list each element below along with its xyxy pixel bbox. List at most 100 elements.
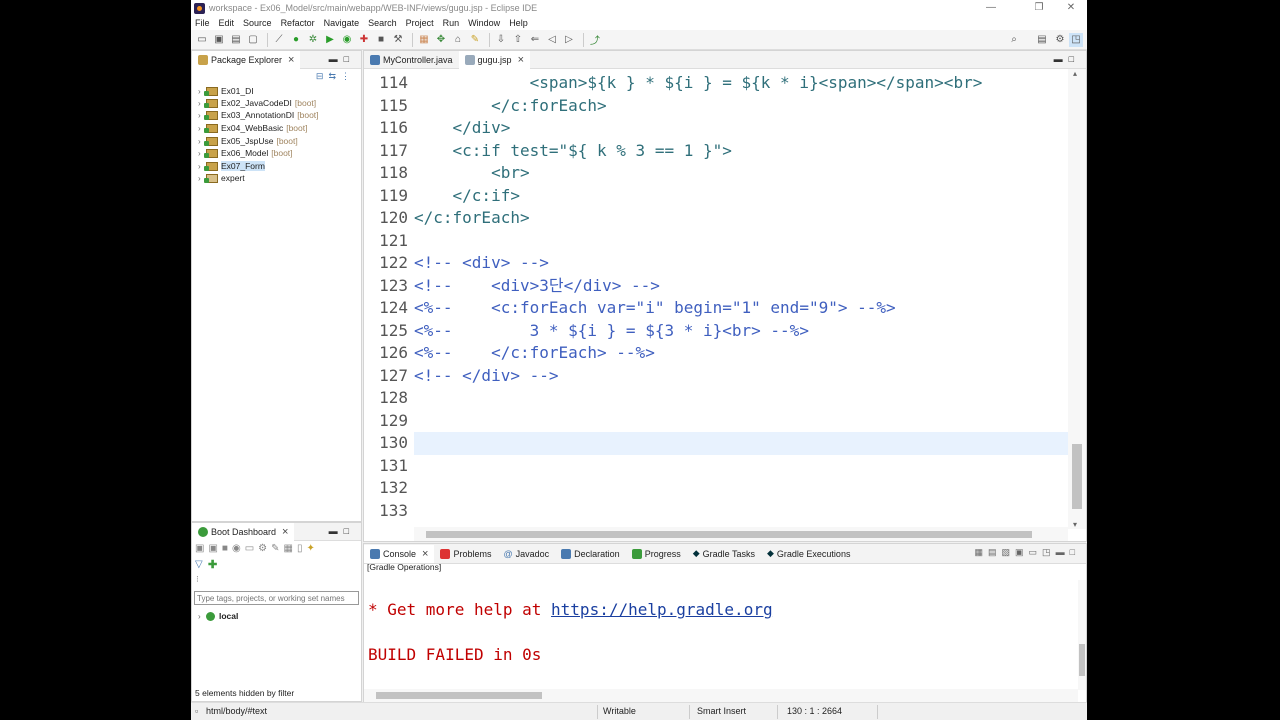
code-line[interactable]: </c:forEach> bbox=[414, 207, 1068, 230]
back-icon[interactable]: ◁ bbox=[545, 33, 559, 47]
vertical-scroll-thumb[interactable] bbox=[1072, 444, 1082, 509]
coverage-icon[interactable]: ◉ bbox=[340, 33, 354, 47]
annotation-icon[interactable]: ⇩ bbox=[494, 33, 508, 47]
tab-boot-dashboard[interactable]: Boot Dashboard × bbox=[192, 522, 295, 541]
code-line[interactable]: <%-- 3 * ${i } = ${3 * i}<br> --%> bbox=[414, 320, 1068, 343]
close-icon[interactable]: × bbox=[518, 54, 524, 66]
horizontal-scrollbar[interactable] bbox=[414, 527, 1068, 541]
code-line[interactable] bbox=[414, 432, 1068, 455]
save-all-icon[interactable]: ▤ bbox=[229, 33, 243, 47]
menu-help[interactable]: Help bbox=[509, 18, 528, 28]
code-line[interactable]: <!-- <div>3단</div> --> bbox=[414, 275, 1068, 298]
code-line[interactable]: </c:if> bbox=[414, 185, 1068, 208]
tree-item[interactable]: › Ex07_Form bbox=[198, 160, 265, 172]
code-line[interactable] bbox=[414, 455, 1068, 478]
tab-gradle-executions[interactable]: ◆ Gradle Executions bbox=[761, 545, 856, 563]
view-menu-icon[interactable]: ⋮ bbox=[341, 71, 355, 81]
vertical-scrollbar[interactable]: ▴ ▾ bbox=[1068, 69, 1086, 529]
code-line[interactable]: <br> bbox=[414, 162, 1068, 185]
run-icon[interactable]: ▶ bbox=[323, 33, 337, 47]
lightbulb-icon[interactable]: ✦ bbox=[306, 543, 318, 554]
table-icon[interactable]: ▦ bbox=[284, 543, 297, 554]
local-target[interactable]: › local bbox=[198, 610, 238, 622]
scroll-down-icon[interactable]: ▾ bbox=[1073, 520, 1077, 529]
new-java-project-icon[interactable]: ▦ bbox=[417, 33, 431, 47]
forward-icon[interactable]: ▷ bbox=[562, 33, 576, 47]
open-type-icon[interactable]: ⌂ bbox=[451, 33, 465, 47]
open-task-icon[interactable]: ⤴ bbox=[588, 33, 602, 47]
skip-breakpoints-icon[interactable]: ⟋ bbox=[272, 33, 286, 47]
more-icon[interactable]: ⁝ bbox=[196, 574, 199, 585]
tree-item[interactable]: › Ex02_JavaCodeDI [boot] bbox=[198, 97, 316, 109]
terminal-icon[interactable]: ▢ bbox=[246, 33, 260, 47]
stop-icon[interactable]: ■ bbox=[222, 543, 232, 554]
console-scroll-thumb[interactable] bbox=[1079, 644, 1085, 676]
tab-declaration[interactable]: Declaration bbox=[555, 545, 626, 563]
horizontal-scroll-thumb[interactable] bbox=[426, 531, 1032, 538]
clear-console-icon[interactable]: ▣ bbox=[1015, 547, 1029, 557]
gradle-help-link[interactable]: https://help.gradle.org bbox=[551, 600, 773, 619]
code-line[interactable]: </div> bbox=[414, 117, 1068, 140]
menu-project[interactable]: Project bbox=[406, 18, 434, 28]
console-icon[interactable]: ▭ bbox=[245, 543, 258, 554]
panel-min-max-icon[interactable]: ▬□ bbox=[329, 54, 355, 64]
tree-item[interactable]: › Ex05_JspUse [boot] bbox=[198, 135, 298, 147]
tree-item[interactable]: › expert bbox=[198, 172, 245, 184]
tab-package-explorer[interactable]: Package Explorer × bbox=[192, 50, 301, 69]
tab-console[interactable]: Console × bbox=[364, 544, 435, 563]
jee-perspective-icon[interactable]: ⚙ bbox=[1053, 33, 1067, 47]
panel-min-max-icon[interactable]: ▬□ bbox=[329, 526, 355, 536]
menu-edit[interactable]: Edit bbox=[219, 18, 235, 28]
code-line[interactable]: <%-- <c:forEach var="i" begin="1" end="9… bbox=[414, 297, 1068, 320]
menu-navigate[interactable]: Navigate bbox=[324, 18, 360, 28]
console-horizontal-scrollbar[interactable] bbox=[364, 689, 1078, 702]
pin-icon[interactable]: ▦ bbox=[974, 547, 988, 557]
code-line[interactable]: <!-- </div> --> bbox=[414, 365, 1068, 388]
code-line[interactable] bbox=[414, 410, 1068, 433]
start-icon[interactable]: ▣ bbox=[195, 543, 208, 554]
console-hscroll-thumb[interactable] bbox=[376, 692, 542, 699]
tree-item[interactable]: › Ex04_WebBasic [boot] bbox=[198, 122, 308, 134]
open-browser-icon[interactable]: ◉ bbox=[232, 543, 245, 554]
add-icon[interactable]: ✚ bbox=[208, 558, 217, 571]
code-line[interactable] bbox=[414, 500, 1068, 523]
external-tools-icon[interactable]: ✚ bbox=[357, 33, 371, 47]
tree-item[interactable]: › Ex06_Model [boot] bbox=[198, 147, 293, 159]
filter-input[interactable] bbox=[194, 591, 359, 605]
tab-gradle-tasks[interactable]: ◆ Gradle Tasks bbox=[687, 545, 761, 563]
link-editor-icon[interactable]: ⇆ bbox=[328, 71, 341, 81]
tree-item[interactable]: › Ex03_AnnotationDI [boot] bbox=[198, 109, 319, 121]
minimize-icon[interactable]: ▬ bbox=[1056, 547, 1070, 557]
close-icon[interactable]: × bbox=[282, 526, 288, 538]
open-console-icon[interactable]: ▭ bbox=[1029, 547, 1043, 557]
code-line[interactable] bbox=[414, 230, 1068, 253]
code-area[interactable]: <span>${k } * ${i } = ${k * i}<span></sp… bbox=[414, 69, 1068, 527]
tab-progress[interactable]: Progress bbox=[626, 545, 687, 563]
code-line[interactable]: <%-- </c:forEach> --%> bbox=[414, 342, 1068, 365]
menu-search[interactable]: Search bbox=[368, 18, 397, 28]
new-package-icon[interactable]: ✥ bbox=[434, 33, 448, 47]
word-wrap-icon[interactable]: ▤ bbox=[988, 547, 1002, 557]
code-line[interactable] bbox=[414, 477, 1068, 500]
code-line[interactable]: </c:forEach> bbox=[414, 95, 1068, 118]
close-button[interactable]: ✕ bbox=[1055, 0, 1087, 16]
console-vertical-scrollbar[interactable] bbox=[1078, 580, 1086, 690]
menu-source[interactable]: Source bbox=[243, 18, 272, 28]
debug-icon[interactable]: ✲ bbox=[306, 33, 320, 47]
last-edit-icon[interactable]: ⇐ bbox=[528, 33, 542, 47]
tree-item[interactable]: › Ex01_DI bbox=[198, 85, 254, 97]
search-icon[interactable]: ⌕ bbox=[1007, 33, 1021, 47]
config-icon[interactable]: ⚙ bbox=[258, 543, 271, 554]
maximize-button[interactable]: ❐ bbox=[1023, 0, 1055, 16]
save-icon[interactable]: ▣ bbox=[212, 33, 226, 47]
close-icon[interactable]: × bbox=[422, 548, 428, 560]
filter-icon[interactable]: ▽ bbox=[195, 559, 203, 570]
editor-min-max-icon[interactable]: ▬□ bbox=[1054, 54, 1080, 64]
tab-mycontroller[interactable]: MyController.java bbox=[364, 51, 459, 69]
debug-icon[interactable]: ▣ bbox=[208, 543, 221, 554]
perspective-icon[interactable]: ▤ bbox=[1035, 33, 1049, 47]
scroll-up-icon[interactable]: ▴ bbox=[1073, 69, 1077, 78]
deploy-icon[interactable]: ⚒ bbox=[391, 33, 405, 47]
scroll-lock-icon[interactable]: ▧ bbox=[1002, 547, 1016, 557]
menu-refactor[interactable]: Refactor bbox=[281, 18, 315, 28]
